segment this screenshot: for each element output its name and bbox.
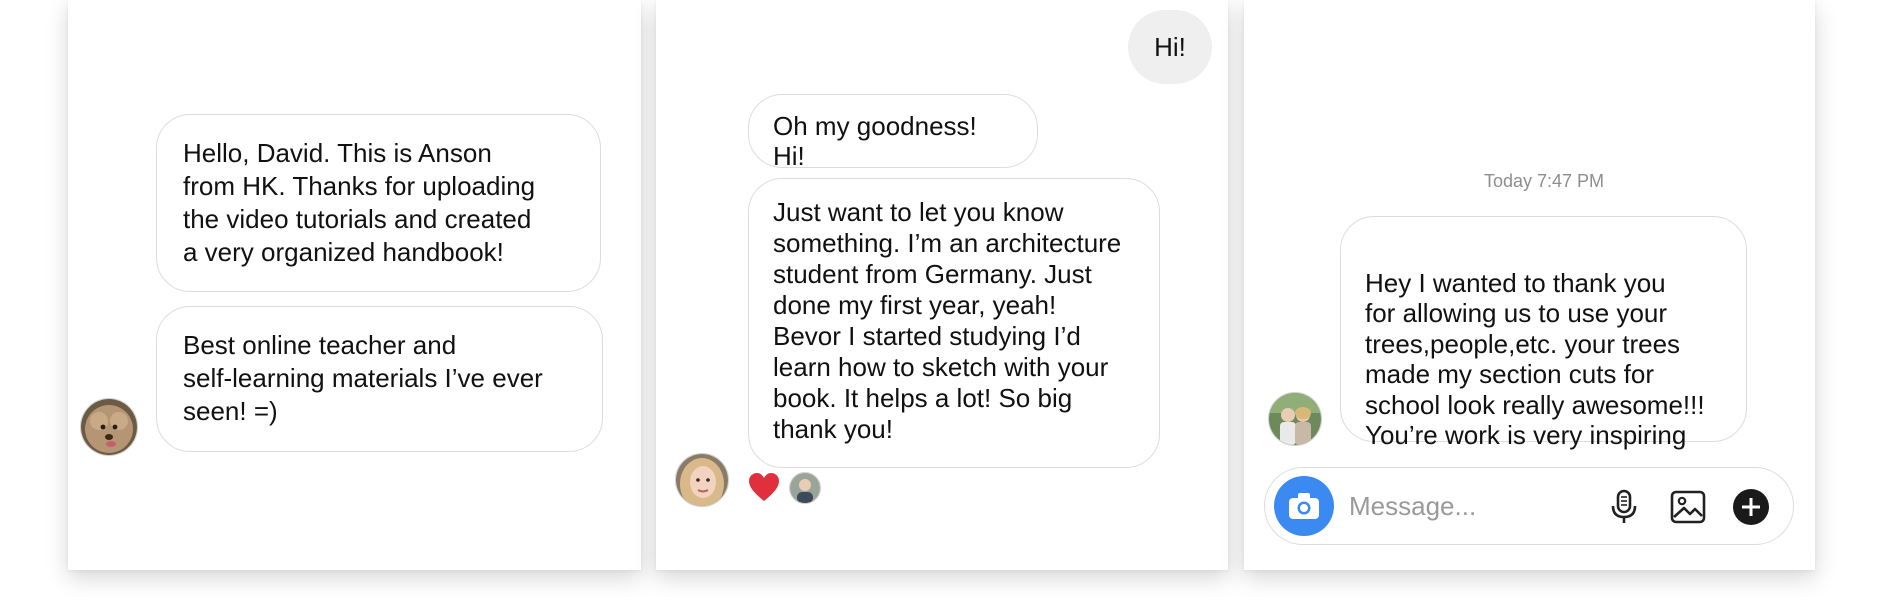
dog-avatar[interactable]: [80, 398, 138, 456]
chat-panel-right: Today 7:47 PM Hey I wanted to thank you …: [1244, 0, 1815, 570]
message-text: Hey I wanted to thank you for allowing u…: [1365, 267, 1705, 451]
message-composer: [1264, 467, 1794, 545]
message-timestamp: Today 7:47 PM: [1483, 171, 1605, 191]
image-icon[interactable]: [1669, 488, 1707, 526]
couple-avatar[interactable]: [1268, 392, 1322, 446]
sent-message-bubble: Hi!: [1128, 10, 1212, 84]
blonde-woman-avatar[interactable]: [675, 453, 729, 507]
chat-panel-middle: Hi! Oh my goodness! Hi! Just want to let…: [656, 0, 1228, 570]
camera-button[interactable]: [1274, 476, 1334, 536]
heart-reaction-icon[interactable]: [748, 472, 780, 502]
microphone-icon[interactable]: [1605, 488, 1643, 526]
message-bubble: Hey I wanted to thank you for allowing u…: [1340, 216, 1747, 509]
message-bubble: Best online teacher and self-learning ma…: [156, 306, 603, 452]
message-bubble: Oh my goodness! Hi!: [748, 94, 1038, 171]
message-bubble: Hello, David. This is Anson from HK. Tha…: [156, 114, 601, 292]
plus-circle-icon[interactable]: [1732, 488, 1770, 526]
chat-panel-left: Hello, David. This is Anson from HK. Tha…: [68, 0, 641, 570]
message-input[interactable]: [1349, 487, 1589, 525]
reaction-user-avatar: [789, 472, 821, 504]
message-bubble: Just want to let you know something. I’m…: [748, 178, 1160, 468]
camera-icon: [1289, 493, 1319, 519]
